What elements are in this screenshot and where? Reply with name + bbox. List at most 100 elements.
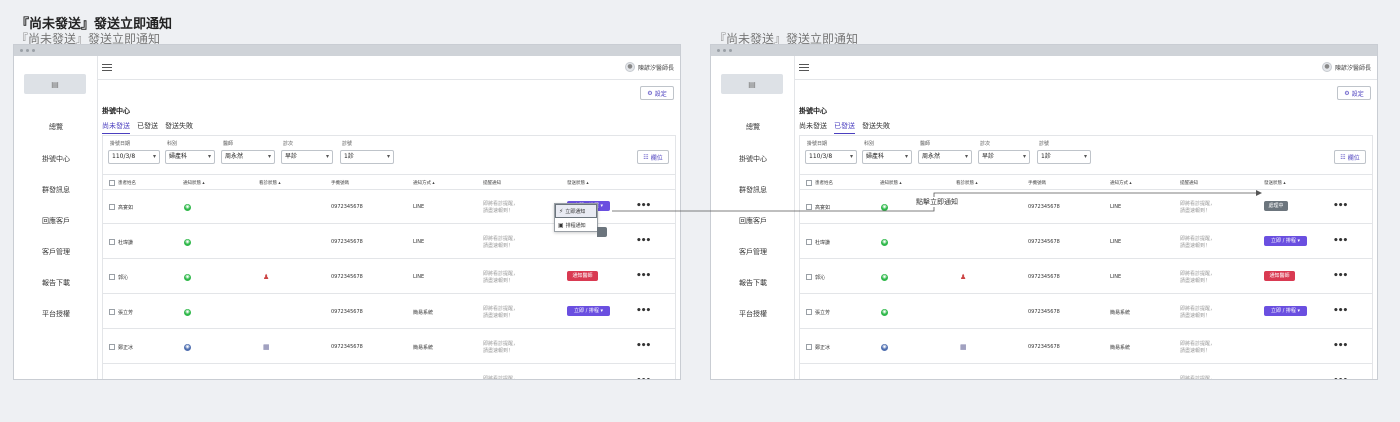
- filter-select[interactable]: 1診: [340, 150, 394, 164]
- filter-select[interactable]: 110/3/8: [805, 150, 857, 164]
- column-header[interactable]: 通知狀態 ▴: [880, 180, 902, 186]
- sidebar-item[interactable]: 群發訊息: [711, 185, 795, 195]
- filter-label: 醫師: [223, 141, 234, 147]
- send-action-button[interactable]: 立即 / 排程 ▾: [1264, 236, 1307, 246]
- line-sent-icon: ◉: [881, 274, 888, 281]
- row-checkbox[interactable]: [806, 309, 812, 315]
- more-options-icon[interactable]: •••: [636, 202, 651, 211]
- columns-button[interactable]: ☷ 欄位: [1334, 150, 1366, 164]
- menu-icon[interactable]: [102, 64, 112, 71]
- column-header[interactable]: 通知狀態 ▴: [183, 180, 205, 186]
- tab-2[interactable]: 發送失敗: [165, 121, 193, 134]
- settings-button[interactable]: ⚙ 設定: [640, 86, 674, 100]
- row-checkbox[interactable]: [806, 239, 812, 245]
- column-header[interactable]: 手機號碼: [1028, 180, 1046, 186]
- sidebar-item[interactable]: 回應客戶: [711, 216, 795, 226]
- column-header[interactable]: 手機號碼: [331, 180, 349, 186]
- document-icon: ▦: [263, 343, 270, 351]
- filter-select[interactable]: 周永然: [221, 150, 275, 164]
- dropdown-item-schedule[interactable]: ▣ 排程通知: [555, 218, 597, 232]
- column-header[interactable]: 患者姓名: [118, 180, 136, 186]
- send-action-button[interactable]: 通知醫師: [1264, 271, 1295, 281]
- column-header[interactable]: 看診狀態 ▴: [259, 180, 281, 186]
- more-options-icon[interactable]: •••: [636, 307, 651, 316]
- column-header[interactable]: 發送狀態 ▴: [567, 180, 589, 186]
- sidebar-item[interactable]: 總覽: [711, 122, 795, 132]
- sidebar-item[interactable]: 掛號中心: [14, 154, 98, 164]
- sidebar-item[interactable]: 回應客戶: [14, 216, 98, 226]
- row-checkbox[interactable]: [109, 239, 115, 245]
- notify-method: 簡易系統: [413, 310, 434, 316]
- send-action-button[interactable]: 處理中: [1264, 201, 1288, 211]
- sidebar-item[interactable]: 報告下載: [711, 278, 795, 288]
- filter-select[interactable]: 1診: [1037, 150, 1091, 164]
- list-icon: ☷: [643, 153, 649, 161]
- tab-0[interactable]: 尚未發送: [102, 121, 130, 134]
- user-menu[interactable]: ● 陳諺汐醫師長: [1321, 62, 1371, 72]
- table-row: 張立芳 ◉ 0972345678 簡易系統 即將看診提醒， 請盡速報到！ 立即 / 排程 …: [103, 296, 675, 329]
- filter-select[interactable]: 婦產科: [862, 150, 912, 164]
- column-header[interactable]: 看診狀態 ▴: [956, 180, 978, 186]
- filter-select[interactable]: 婦產科: [165, 150, 215, 164]
- column-header[interactable]: 通知方式 ▴: [413, 180, 435, 186]
- column-header[interactable]: 提醒通知: [1180, 180, 1198, 186]
- tab-2[interactable]: 發送失敗: [862, 121, 890, 134]
- select-all-checkbox[interactable]: [806, 180, 812, 186]
- sidebar-item[interactable]: 客戶管理: [711, 247, 795, 257]
- sidebar-item[interactable]: 平台授權: [711, 309, 795, 319]
- patient-name: 張立芳: [815, 310, 831, 316]
- more-options-icon[interactable]: •••: [636, 237, 651, 246]
- reminder-text: 即將看診提醒， 請盡速報到！: [483, 306, 519, 319]
- user-menu[interactable]: ● 陳諺汐醫師長: [624, 62, 674, 72]
- table-row: 郭沁 ◉ ♟ 0972345678 LINE 即將看診提醒， 請盡速報到！ 通知醫師 •••: [103, 261, 675, 294]
- tab-1[interactable]: 已發送: [137, 121, 158, 134]
- more-options-icon[interactable]: •••: [636, 342, 651, 351]
- columns-button[interactable]: ☷ 欄位: [637, 150, 669, 164]
- tab-1[interactable]: 已發送: [834, 121, 855, 134]
- row-checkbox[interactable]: [806, 379, 812, 380]
- column-header[interactable]: 提醒通知: [483, 180, 501, 186]
- sidebar-item[interactable]: 群發訊息: [14, 185, 98, 195]
- row-checkbox[interactable]: [109, 344, 115, 350]
- more-options-icon[interactable]: •••: [1333, 307, 1348, 316]
- more-options-icon[interactable]: •••: [1333, 377, 1348, 380]
- tab-0[interactable]: 尚未發送: [799, 121, 827, 134]
- table-row: 鄭正冰 ◉ ▦ 0972345678 簡易系統 即將看診提醒， 請盡速報到！ •••: [103, 331, 675, 364]
- row-checkbox[interactable]: [109, 204, 115, 210]
- column-header[interactable]: 通知方式 ▴: [1110, 180, 1132, 186]
- row-checkbox[interactable]: [806, 344, 812, 350]
- more-options-icon[interactable]: •••: [636, 377, 651, 380]
- sidebar-item[interactable]: 客戶管理: [14, 247, 98, 257]
- more-options-icon[interactable]: •••: [1333, 272, 1348, 281]
- dropdown-item-immediate[interactable]: ⚡ 立即通知: [555, 204, 597, 218]
- row-checkbox[interactable]: [806, 204, 812, 210]
- sidebar-item[interactable]: 總覽: [14, 122, 98, 132]
- settings-button[interactable]: ⚙ 設定: [1337, 86, 1371, 100]
- send-action-button[interactable]: 立即 / 排程 ▾: [567, 306, 610, 316]
- row-checkbox[interactable]: [109, 379, 115, 380]
- send-action-button[interactable]: 立即 / 排程 ▾: [1264, 306, 1307, 316]
- filter-select[interactable]: 早診: [281, 150, 333, 164]
- sidebar-item[interactable]: 平台授權: [14, 309, 98, 319]
- notify-method: LINE: [1110, 204, 1122, 210]
- more-options-icon[interactable]: •••: [1333, 237, 1348, 246]
- sidebar-item[interactable]: 掛號中心: [711, 154, 795, 164]
- column-header[interactable]: 患者姓名: [815, 180, 833, 186]
- column-header[interactable]: 發送狀態 ▴: [1264, 180, 1286, 186]
- select-all-checkbox[interactable]: [109, 180, 115, 186]
- sidebar-item[interactable]: 報告下載: [14, 278, 98, 288]
- more-options-icon[interactable]: •••: [636, 272, 651, 281]
- filter-select[interactable]: 周永然: [918, 150, 972, 164]
- filter-select[interactable]: 早診: [978, 150, 1030, 164]
- filter-label: 診次: [283, 141, 294, 147]
- more-options-icon[interactable]: •••: [1333, 342, 1348, 351]
- filter-select[interactable]: 110/3/8: [108, 150, 160, 164]
- line-status-icon: ◉: [881, 344, 888, 351]
- row-checkbox[interactable]: [109, 274, 115, 280]
- send-action-button[interactable]: 通知醫師: [567, 271, 598, 281]
- avatar-icon: ●: [624, 62, 635, 72]
- menu-icon[interactable]: [799, 64, 809, 71]
- row-checkbox[interactable]: [806, 274, 812, 280]
- more-options-icon[interactable]: •••: [1333, 202, 1348, 211]
- row-checkbox[interactable]: [109, 309, 115, 315]
